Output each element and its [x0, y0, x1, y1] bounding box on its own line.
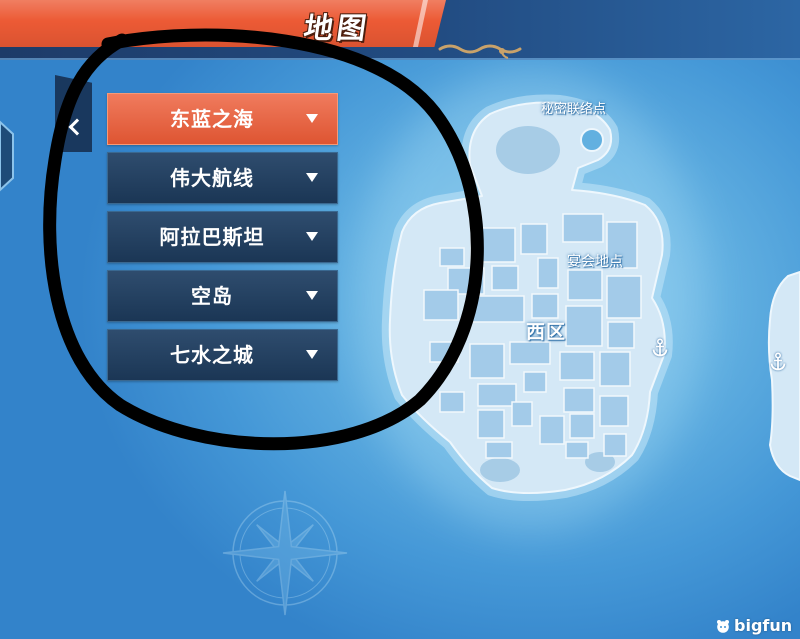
- triangle-down-icon: [306, 350, 318, 359]
- triangle-down-icon: [306, 232, 318, 241]
- menu-item-label: 阿拉巴斯坦: [159, 225, 265, 249]
- building: [606, 275, 642, 319]
- building: [565, 305, 603, 347]
- triangle-down-icon: [306, 291, 318, 300]
- building: [607, 321, 635, 349]
- menu-item-alabasta[interactable]: 阿拉巴斯坦: [107, 211, 338, 263]
- building: [520, 223, 548, 255]
- building: [523, 371, 547, 393]
- title-banner: [0, 0, 446, 47]
- building: [470, 227, 516, 263]
- menu-item-sky-island[interactable]: 空岛: [107, 270, 338, 322]
- anchor-icon[interactable]: [769, 352, 787, 372]
- building: [491, 265, 519, 291]
- building: [509, 341, 551, 365]
- collapse-menu-button[interactable]: [55, 75, 92, 152]
- triangle-down-icon: [306, 114, 318, 123]
- menu-item-grand-line[interactable]: 伟大航线: [107, 152, 338, 204]
- menu-item-label: 七水之城: [170, 343, 254, 367]
- chevron-left-icon: [68, 118, 86, 136]
- building: [565, 441, 589, 459]
- building: [567, 269, 603, 301]
- compass-rose-icon: [222, 490, 348, 616]
- map-label-district: 西区: [526, 321, 567, 343]
- region-menu: 东蓝之海 伟大航线 阿拉巴斯坦 空岛 七水之城: [107, 93, 338, 388]
- island-cove: [580, 128, 604, 152]
- watermark: bigfun: [716, 617, 792, 635]
- building: [559, 351, 595, 381]
- building: [599, 351, 631, 387]
- page-title: 地图: [301, 11, 373, 45]
- triangle-down-icon: [306, 173, 318, 182]
- building: [531, 293, 559, 319]
- building: [429, 341, 459, 363]
- building: [439, 391, 465, 413]
- island-rocks: [496, 126, 560, 174]
- island-rocks: [480, 458, 520, 482]
- rope-decoration: [438, 44, 522, 59]
- building: [562, 213, 604, 243]
- building: [467, 295, 525, 323]
- game-map-screen: 秘密联络点 宴会地点 西区 地图 东蓝之海 伟大航线 阿拉巴斯坦 空岛 七水之城…: [0, 0, 800, 639]
- map-label-secret-contact[interactable]: 秘密联络点: [541, 102, 606, 118]
- building: [469, 343, 505, 379]
- building: [439, 247, 465, 267]
- building: [511, 401, 533, 427]
- menu-item-label: 空岛: [191, 284, 233, 308]
- menu-item-water-seven[interactable]: 七水之城: [107, 329, 338, 381]
- anchor-icon[interactable]: [651, 338, 669, 358]
- island-partial-right: [767, 270, 800, 482]
- watermark-text: bigfun: [734, 616, 793, 635]
- building: [537, 257, 559, 289]
- building: [599, 395, 629, 427]
- map-label-banquet[interactable]: 宴会地点: [567, 254, 623, 270]
- building: [485, 441, 513, 459]
- building: [563, 387, 595, 413]
- header-bar: 地图: [0, 0, 800, 60]
- building: [477, 383, 517, 407]
- building: [569, 413, 595, 439]
- building: [603, 433, 627, 457]
- menu-item-label: 东蓝之海: [170, 107, 254, 131]
- building: [423, 289, 459, 321]
- side-button-partial[interactable]: [0, 116, 16, 196]
- menu-item-label: 伟大航线: [170, 166, 254, 190]
- menu-item-east-blue[interactable]: 东蓝之海: [107, 93, 338, 145]
- building: [539, 415, 565, 445]
- building: [477, 409, 505, 439]
- bigfun-logo-icon: [717, 620, 729, 633]
